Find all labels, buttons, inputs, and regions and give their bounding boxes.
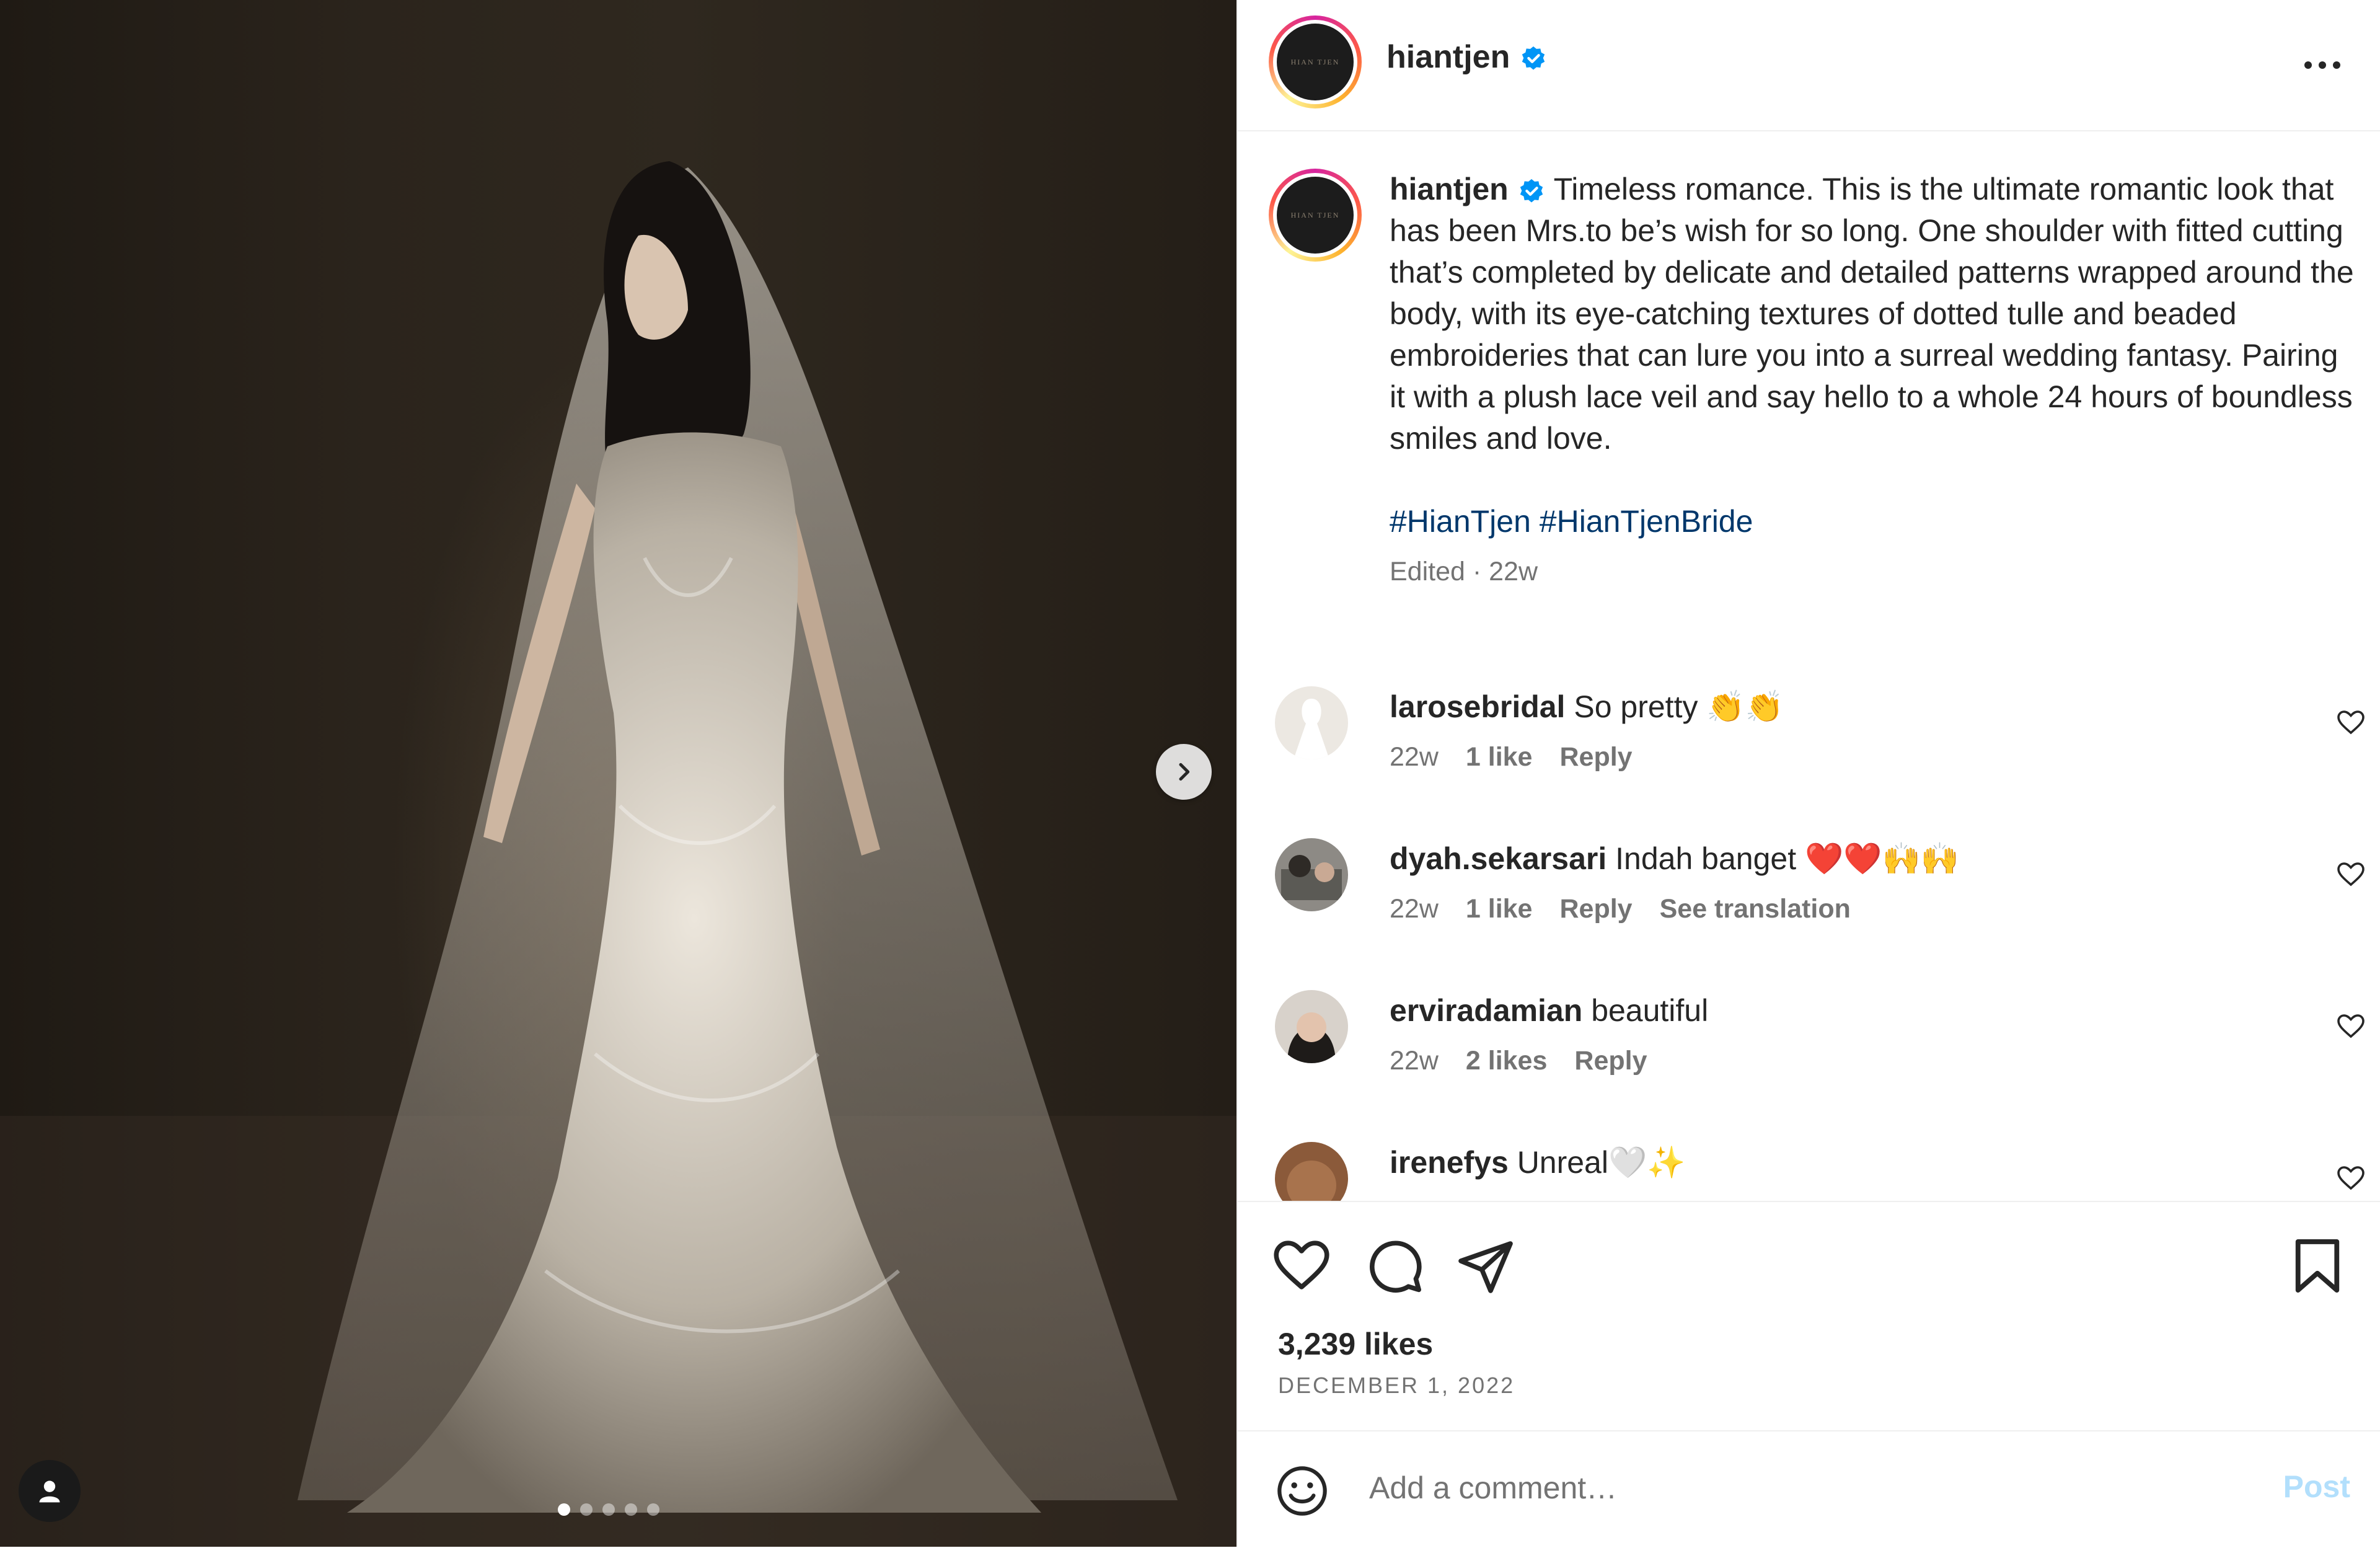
verified-badge-icon: [1522, 46, 1545, 70]
comment-body: larosebridal So pretty 👏👏: [1390, 686, 1784, 727]
comment-icon[interactable]: [1365, 1236, 1424, 1296]
comment-body: dyah.sekarsari Indah banget ❤️❤️🙌🙌: [1390, 838, 1959, 879]
comment-text: Indah banget ❤️❤️🙌🙌: [1615, 841, 1960, 876]
reply-button[interactable]: Reply: [1559, 742, 1632, 772]
user-icon: [39, 1480, 60, 1503]
carousel-dot: [625, 1503, 637, 1516]
carousel-dot: [558, 1503, 570, 1516]
comment-meta: 22w 1 like Reply: [1390, 742, 1633, 772]
commenter-avatar[interactable]: [1275, 1142, 1348, 1201]
comment-item: dyah.sekarsari Indah banget ❤️❤️🙌🙌 22w 1…: [1275, 838, 2366, 962]
comment-likes[interactable]: 1 like: [1466, 894, 1533, 924]
comment-username[interactable]: irenefys: [1390, 1145, 1509, 1180]
carousel-dot: [602, 1503, 615, 1516]
post-header: HIAN TJEN hiantjen: [1238, 0, 2380, 131]
comment-body: erviradamian beautiful: [1390, 990, 1708, 1031]
comment-age[interactable]: 22w: [1390, 742, 1439, 772]
author-username[interactable]: hiantjen: [1386, 39, 1510, 75]
carousel-dot: [580, 1503, 593, 1516]
next-slide-button[interactable]: [1156, 744, 1212, 800]
carousel-indicator: [558, 1503, 659, 1516]
comment-item: irenefys Unreal🤍✨: [1275, 1142, 2366, 1201]
comment-age[interactable]: 22w: [1390, 894, 1439, 924]
avatar-logo: HIAN TJEN: [1277, 177, 1354, 254]
like-comment-icon[interactable]: [2336, 1012, 2366, 1042]
comment-text: beautiful: [1591, 993, 1709, 1028]
caption-meta: Edited · 22w: [1390, 557, 1538, 586]
comment-text: So pretty 👏👏: [1574, 689, 1784, 724]
reply-button[interactable]: Reply: [1574, 1046, 1647, 1076]
post-side-panel: HIAN TJEN hiantjen HIAN TJEN hiantjen Ti…: [1236, 0, 2380, 1547]
like-icon[interactable]: [1272, 1236, 1331, 1296]
commenter-avatar[interactable]: [1275, 838, 1348, 911]
carousel-dot: [647, 1503, 659, 1516]
comment-username[interactable]: dyah.sekarsari: [1390, 841, 1606, 876]
likes-count[interactable]: 3,239 likes: [1278, 1326, 1433, 1362]
caption-text: Timeless romance. This is the ultimate r…: [1390, 172, 2354, 456]
header-author[interactable]: hiantjen: [1386, 38, 1548, 76]
commenter-avatar[interactable]: [1275, 990, 1348, 1063]
caption-hashtags[interactable]: #HianTjen #HianTjenBride: [1390, 501, 2356, 542]
post-date: DECEMBER 1, 2022: [1278, 1373, 1515, 1398]
like-comment-icon[interactable]: [2336, 1164, 2366, 1193]
verified-badge-icon: [1520, 179, 1543, 203]
like-comment-icon[interactable]: [2336, 708, 2366, 738]
chevron-right-icon: [1179, 763, 1190, 781]
share-icon[interactable]: [1456, 1236, 1515, 1296]
comment-likes[interactable]: 1 like: [1466, 742, 1533, 772]
bookmark-icon[interactable]: [2291, 1236, 2344, 1296]
tagged-users-button[interactable]: [19, 1460, 81, 1522]
more-options-icon[interactable]: [2301, 46, 2344, 84]
reply-button[interactable]: Reply: [1559, 894, 1632, 924]
comment-text: Unreal🤍✨: [1517, 1145, 1686, 1180]
post-comment-button[interactable]: Post: [2283, 1469, 2350, 1505]
comment-age[interactable]: 22w: [1390, 1046, 1439, 1076]
caption-body: hiantjen Timeless romance. This is the u…: [1390, 169, 2356, 593]
comments-section[interactable]: HIAN TJEN hiantjen Timeless romance. Thi…: [1238, 131, 2380, 1201]
caption-author[interactable]: hiantjen: [1390, 172, 1509, 206]
post-actions: 3,239 likes DECEMBER 1, 2022: [1238, 1201, 2380, 1431]
like-comment-icon[interactable]: [2336, 860, 2366, 890]
comment-meta: 22w 1 like Reply See translation: [1390, 894, 1851, 924]
comment-meta: 22w 2 likes Reply: [1390, 1046, 1647, 1076]
commenter-avatar[interactable]: [1275, 686, 1348, 759]
comment-composer: Post: [1238, 1430, 2380, 1548]
avatar-logo: HIAN TJEN: [1277, 24, 1354, 100]
bride-photo: [0, 161, 1236, 1547]
comment-username[interactable]: erviradamian: [1390, 993, 1582, 1028]
comment-item: larosebridal So pretty 👏👏 22w 1 like Rep…: [1275, 686, 2366, 810]
caption-avatar[interactable]: HIAN TJEN: [1269, 169, 1362, 262]
comment-body: irenefys Unreal🤍✨: [1390, 1142, 1686, 1183]
emoji-icon[interactable]: [1275, 1464, 1329, 1518]
see-translation-button[interactable]: See translation: [1660, 894, 1851, 924]
post-media[interactable]: [0, 0, 1236, 1547]
comment-likes[interactable]: 2 likes: [1466, 1046, 1548, 1076]
comment-input[interactable]: [1368, 1462, 2176, 1513]
author-avatar[interactable]: HIAN TJEN: [1269, 15, 1362, 108]
comment-username[interactable]: larosebridal: [1390, 689, 1565, 724]
comment-item: erviradamian beautiful 22w 2 likes Reply: [1275, 990, 2366, 1114]
